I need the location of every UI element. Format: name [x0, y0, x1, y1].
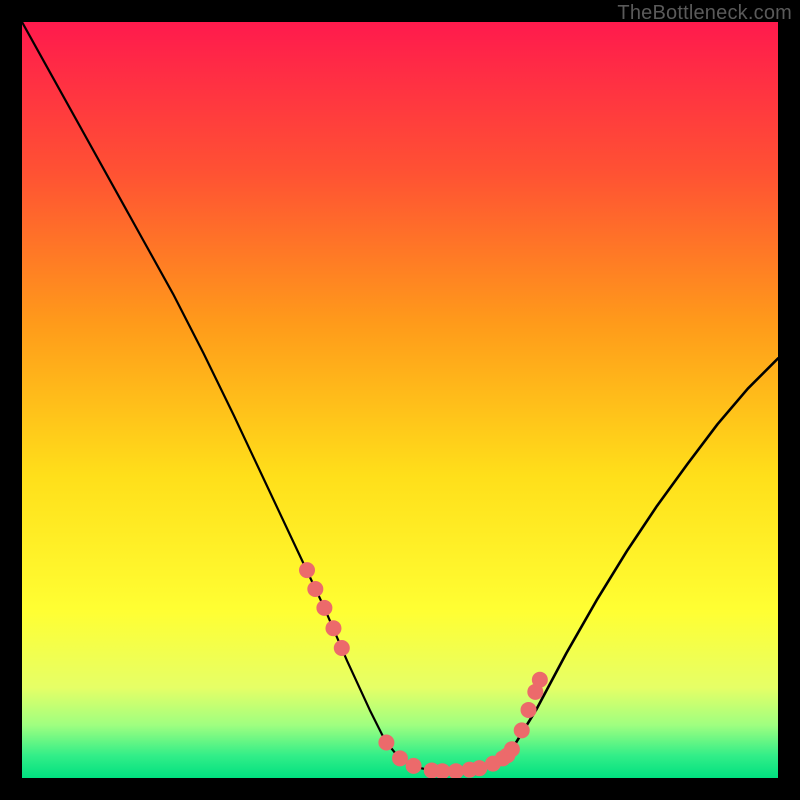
data-marker [532, 672, 548, 688]
data-marker [514, 722, 530, 738]
data-marker [334, 640, 350, 656]
data-marker [325, 620, 341, 636]
watermark-label: TheBottleneck.com [617, 2, 792, 25]
data-marker [471, 760, 487, 776]
gradient-bg [22, 22, 778, 778]
data-marker [406, 758, 422, 774]
data-marker [521, 702, 537, 718]
data-marker [299, 562, 315, 578]
data-marker [378, 734, 394, 750]
plot-area [22, 22, 778, 778]
data-marker [392, 750, 408, 766]
data-marker [504, 741, 520, 757]
data-marker [307, 581, 323, 597]
chart-svg [22, 22, 778, 778]
outer-frame: TheBottleneck.com [0, 0, 800, 800]
data-marker [316, 600, 332, 616]
